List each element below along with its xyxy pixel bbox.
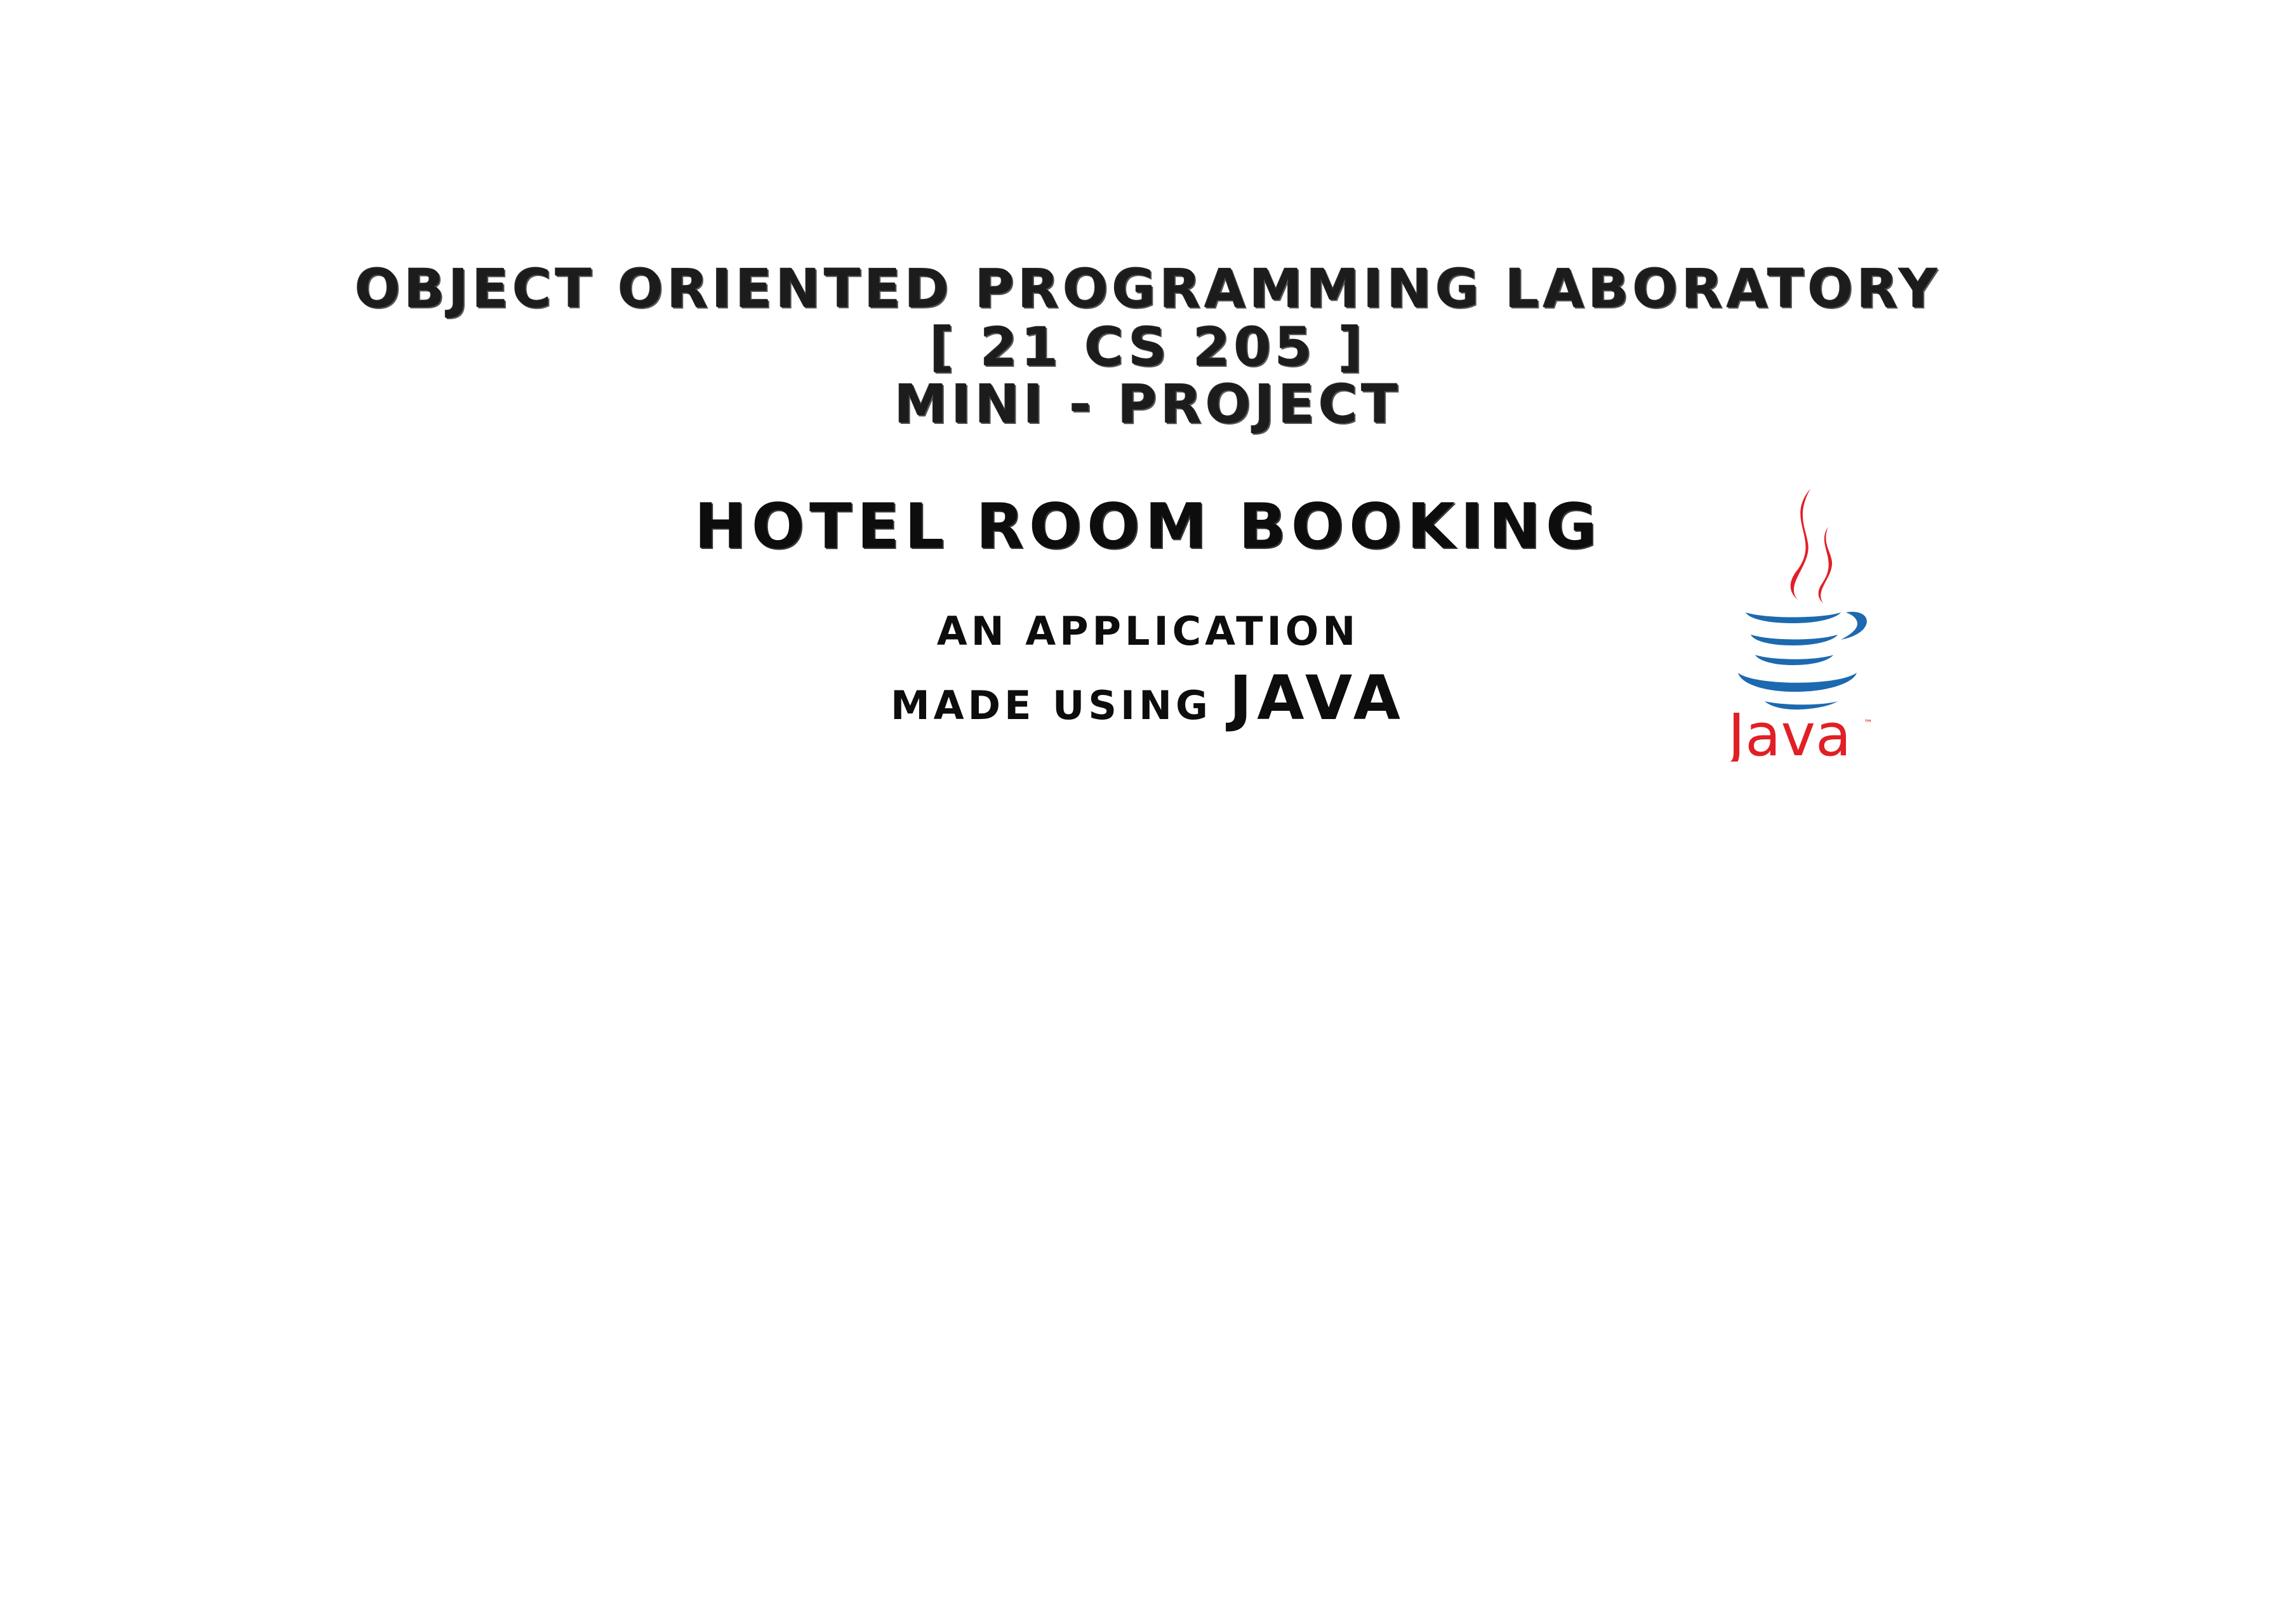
subtitle-prefix: made using <box>890 682 1230 729</box>
subtitle-line-1: an Application <box>936 608 1360 654</box>
subtitle-line-2: made using Java <box>0 663 2296 741</box>
course-code: [ 21 CS 205 ] <box>929 316 1367 378</box>
java-steam-icon <box>1790 489 1810 600</box>
subtitle-java-word: Java <box>1229 663 1406 734</box>
page: Object Oriented Programming Laboratory [… <box>0 0 2296 1605</box>
course-title: Object Oriented Programming Laboratory <box>355 258 1941 320</box>
java-steam-icon <box>1818 527 1833 603</box>
java-wordmark: Java <box>1727 701 1851 762</box>
trademark-symbol: ™ <box>1864 718 1873 729</box>
project-title: Hotel Room Booking <box>694 491 1602 563</box>
java-cup-icon <box>1746 612 1841 623</box>
project-type: Mini - Project <box>894 373 1402 435</box>
java-logo-icon: Java ™ <box>1727 482 1879 762</box>
